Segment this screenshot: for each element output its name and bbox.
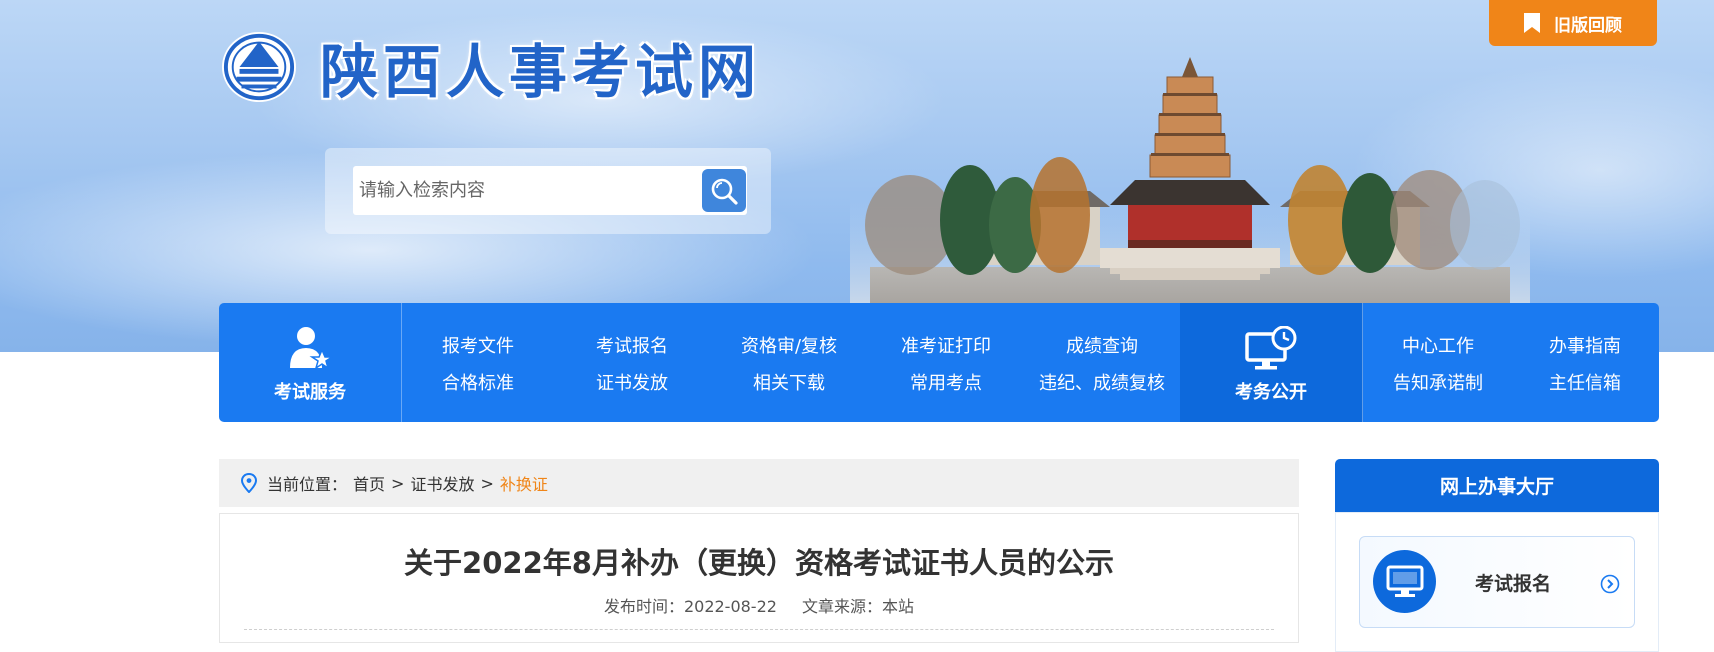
- search-button[interactable]: [702, 169, 746, 212]
- nav-link-director-mailbox[interactable]: 主任信箱: [1549, 369, 1621, 395]
- search-icon: [711, 178, 738, 205]
- breadcrumb: 当前位置： 首页 > 证书发放 > 补换证: [219, 459, 1299, 507]
- online-hall-title: 网上办事大厅: [1439, 476, 1554, 498]
- nav-link-qualification-review[interactable]: 资格审/复核: [741, 332, 837, 358]
- publish-date: 2022-08-22: [683, 597, 777, 616]
- article-meta: 发布时间：2022-08-22 文章来源：本站: [220, 593, 1298, 617]
- nav-link-score-query[interactable]: 成绩查询: [1066, 332, 1138, 358]
- breadcrumb-separator: >: [391, 473, 405, 493]
- source-label: 文章来源：: [802, 597, 883, 616]
- emblem-icon: [222, 31, 296, 103]
- search-input[interactable]: [353, 166, 747, 215]
- divider: [244, 629, 1274, 630]
- source-value: 本站: [882, 597, 915, 616]
- old-version-button[interactable]: 旧版回顾: [1489, 0, 1657, 46]
- hall-item-exam-registration[interactable]: 考试报名: [1359, 536, 1635, 628]
- nav-link-service-guide[interactable]: 办事指南: [1549, 332, 1621, 358]
- breadcrumb-current[interactable]: 补换证: [500, 471, 548, 495]
- breadcrumb-prefix: 当前位置：: [267, 475, 348, 494]
- exam-affairs-section[interactable]: 考务公开: [1180, 303, 1363, 422]
- nav-link-pass-standard[interactable]: 合格标准: [442, 369, 514, 395]
- pagoda-landmark-image: [850, 57, 1530, 305]
- nav-link-admission-ticket[interactable]: 准考证打印: [901, 332, 991, 358]
- nav-link-downloads[interactable]: 相关下载: [753, 369, 825, 395]
- bookmark-icon: [1524, 13, 1540, 33]
- nav-link-commitment-system[interactable]: 告知承诺制: [1393, 369, 1483, 395]
- main-nav: 考试服务 报考文件 考试报名 资格审/复核 准考证打印 成绩查询 合格标准 证书…: [219, 303, 1659, 422]
- site-logo[interactable]: 陕西人事考试网: [220, 30, 761, 106]
- nav-link-certificate-issue[interactable]: 证书发放: [596, 369, 668, 395]
- exam-service-title: 考试服务: [274, 382, 346, 403]
- nav-link-registration[interactable]: 考试报名: [596, 332, 668, 358]
- arrow-right-circle-icon: [1600, 574, 1620, 594]
- publish-label: 发布时间：: [603, 597, 684, 616]
- header-banner: 陕西人事考试网 旧版回顾: [0, 0, 1714, 352]
- article-container: 关于2022年8月补办（更换）资格考试证书人员的公示 发布时间：2022-08-…: [219, 513, 1299, 643]
- user-star-icon: [290, 327, 334, 370]
- hall-item-label: 考试报名: [1475, 573, 1552, 595]
- publish-info: 发布时间：2022-08-22: [604, 597, 777, 616]
- breadcrumb-separator: >: [480, 473, 494, 493]
- monitor-icon: [1373, 550, 1436, 613]
- site-title: 陕西人事考试网: [320, 38, 762, 106]
- source-info: 文章来源：本站: [802, 597, 914, 616]
- old-version-label: 旧版回顾: [1554, 15, 1622, 36]
- breadcrumb-home[interactable]: 首页: [353, 471, 385, 495]
- monitor-clock-icon: [1245, 326, 1297, 370]
- nav-link-exam-venues[interactable]: 常用考点: [910, 369, 982, 395]
- exam-service-section[interactable]: 考试服务: [219, 303, 402, 422]
- nav-link-application-docs[interactable]: 报考文件: [442, 332, 514, 358]
- article-title: 关于2022年8月补办（更换）资格考试证书人员的公示: [404, 546, 1114, 580]
- nav-link-center-work[interactable]: 中心工作: [1402, 332, 1474, 358]
- breadcrumb-parent[interactable]: 证书发放: [410, 471, 474, 495]
- exam-affairs-title: 考务公开: [1235, 382, 1307, 403]
- location-pin-icon: [241, 473, 257, 493]
- nav-link-violation-review[interactable]: 违纪、成绩复核: [1039, 369, 1165, 395]
- online-hall-header: 网上办事大厅: [1335, 459, 1659, 512]
